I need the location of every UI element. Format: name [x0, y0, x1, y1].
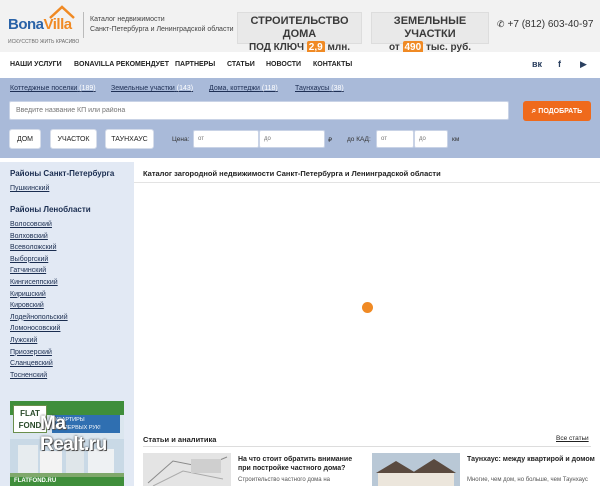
search-icon: ⌕ — [531, 106, 537, 115]
promo-land-line1: ЗЕМЕЛЬНЫЕ УЧАСТКИ — [393, 15, 467, 40]
district-link[interactable]: Пушкинский — [10, 185, 49, 192]
district-link[interactable]: Кировский — [10, 302, 44, 309]
phone-icon: ✆ — [497, 19, 505, 29]
banner-url: FLATFOND.RU — [10, 477, 124, 486]
tab-land-plots[interactable]: Земельные участки (143) — [111, 85, 193, 92]
header-divider — [83, 12, 84, 38]
main-nav: НАШИ УСЛУГИ BONAVILLA РЕКОМЕНДУЕТ ПАРТНЕ… — [0, 52, 600, 78]
search-button-label: ПОДОБРАТЬ — [538, 108, 583, 115]
district-link[interactable]: Приозерский — [10, 349, 52, 356]
tab-count: (118) — [261, 85, 278, 92]
tab-label: Земельные участки — [111, 85, 175, 92]
logo-tagline: ИСКУССТВО ЖИТЬ КРАСИВО — [8, 39, 80, 45]
catalog-line-1: Каталог недвижимости — [90, 16, 165, 23]
district-link[interactable]: Всеволожский — [10, 244, 56, 251]
articles-heading: Статьи и аналитика — [143, 435, 217, 444]
nav-partners[interactable]: ПАРТНЕРЫ — [175, 61, 215, 68]
district-link[interactable]: Волосовский — [10, 221, 52, 228]
lo-districts-heading: Районы Ленобласти — [10, 205, 91, 214]
article-excerpt: Многие, чем дом, но больше, чем Таунхаус — [467, 477, 588, 483]
tab-label: Таунхаусы — [295, 85, 330, 92]
tab-label: Дома, коттеджи — [209, 85, 260, 92]
tab-townhouses[interactable]: Таунхаусы (38) — [295, 85, 344, 92]
district-link[interactable]: Киришский — [10, 291, 46, 298]
loading-spinner-icon — [362, 302, 373, 313]
phone-link[interactable]: ✆ +7 (812) 603-40-97 — [497, 19, 593, 30]
search-button[interactable]: ⌕ ПОДОБРАТЬ — [523, 101, 591, 121]
article-thumbnail[interactable] — [143, 453, 231, 486]
district-link[interactable]: Лужский — [10, 337, 37, 344]
price-to-input[interactable] — [259, 130, 325, 148]
district-link[interactable]: Лодейнопольский — [10, 314, 68, 321]
logo-text-accent: Villa — [43, 16, 73, 33]
bonavilla-logo[interactable]: BonaVilla ИСКУССТВО ЖИТЬ КРАСИВО — [8, 4, 80, 48]
spb-districts-heading: Районы Санкт-Петербурга — [10, 169, 115, 178]
vk-icon[interactable]: вк — [532, 59, 542, 69]
search-input[interactable] — [9, 101, 509, 120]
district-link[interactable]: Гатчинский — [10, 267, 46, 274]
district-link[interactable]: Тосненский — [10, 372, 47, 379]
promo-house-line1: СТРОИТЕЛЬСТВО ДОМА — [250, 15, 349, 40]
nav-services[interactable]: НАШИ УСЛУГИ — [10, 61, 62, 68]
catalog-description: Каталог недвижимости Санкт-Петербурга и … — [90, 15, 240, 35]
article-title[interactable]: На что стоит обратить внимание при постр… — [238, 455, 366, 473]
page-title: Каталог загородной недвижимости Санкт-Пе… — [143, 169, 441, 178]
facebook-icon[interactable]: f — [558, 59, 561, 69]
district-link[interactable]: Ломоносовский — [10, 325, 60, 332]
kad-label: до КАД: — [347, 136, 371, 143]
nav-contacts[interactable]: КОНТАКТЫ — [313, 61, 352, 68]
watermark-top: Ma — [40, 413, 66, 434]
price-label: Цена: — [172, 136, 190, 143]
price-from-input[interactable] — [193, 130, 259, 148]
tab-label: Коттеджные поселки — [10, 85, 78, 92]
nav-news[interactable]: НОВОСТИ — [266, 61, 301, 68]
kad-from-input[interactable] — [376, 130, 414, 148]
district-link[interactable]: Выборгский — [10, 256, 48, 263]
nav-articles[interactable]: СТАТЬИ — [227, 61, 255, 68]
promo-house-build[interactable]: СТРОИТЕЛЬСТВО ДОМА ПОД КЛЮЧ 2,9 млн. руб… — [237, 12, 362, 67]
district-link[interactable]: Кингисеппский — [10, 279, 58, 286]
district-link[interactable]: Волховский — [10, 233, 48, 240]
promo-land-plots[interactable]: ЗЕМЕЛЬНЫЕ УЧАСТКИ от 490 тыс. руб. — [371, 12, 489, 55]
logo-text-main: Bona — [8, 16, 44, 33]
articles-divider — [143, 446, 591, 447]
tab-count: (189) — [79, 85, 96, 92]
kad-to-input[interactable] — [414, 130, 448, 148]
district-link[interactable]: Сланцевский — [10, 360, 53, 367]
tab-count: (143) — [176, 85, 194, 92]
all-articles-link[interactable]: Все статьи — [556, 435, 589, 442]
nav-recommends[interactable]: BONAVILLA РЕКОМЕНДУЕТ — [74, 61, 169, 68]
site-header: BonaVilla ИСКУССТВО ЖИТЬ КРАСИВО Каталог… — [0, 0, 600, 67]
article-excerpt: Строительство частного дома на — [238, 477, 330, 483]
type-plot-button[interactable]: УЧАСТОК — [50, 129, 97, 149]
tab-count: (38) — [331, 85, 344, 92]
blueprint-image — [143, 453, 231, 486]
phone-number: +7 (812) 603-40-97 — [507, 19, 594, 30]
search-panel: Коттеджные поселки (189) Земельные участ… — [0, 78, 600, 158]
tab-houses[interactable]: Дома, коттеджи (118) — [209, 85, 278, 92]
article-thumbnail[interactable] — [372, 453, 460, 486]
title-divider — [134, 182, 600, 183]
catalog-line-2: Санкт-Петербурга и Ленинградской области — [90, 26, 234, 33]
article-title[interactable]: Таунхаус: между квартирой и домом — [467, 455, 595, 464]
type-house-button[interactable]: ДОМ — [9, 129, 41, 149]
type-townhouse-button[interactable]: ТАУНХАУС — [105, 129, 154, 149]
tab-cottage-villages[interactable]: Коттеджные поселки (189) — [10, 85, 96, 92]
km-label: км — [452, 136, 460, 143]
townhouse-image — [372, 453, 460, 486]
currency-label: ₽ — [328, 137, 333, 144]
youtube-icon[interactable]: ▶ — [580, 59, 587, 70]
watermark: Realt.ru — [40, 434, 107, 455]
